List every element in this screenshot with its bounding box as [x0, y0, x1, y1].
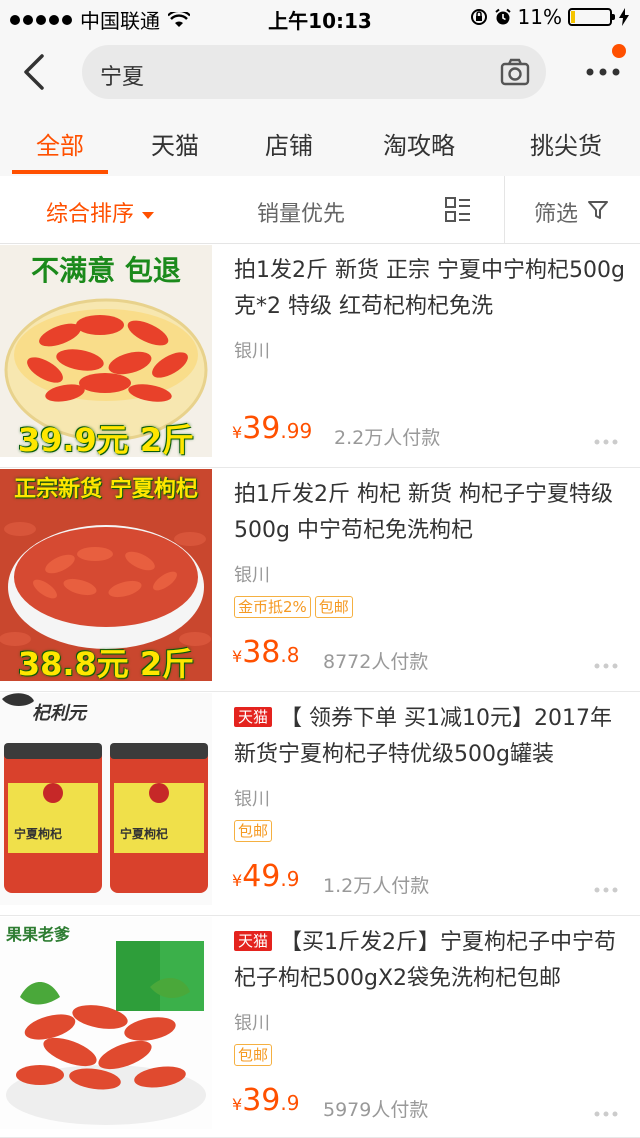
sales-count: 8772人付款 — [323, 651, 429, 673]
product-image[interactable]: 果果老爹 — [0, 917, 212, 1129]
camera-icon[interactable] — [500, 57, 530, 87]
product-location: 银川 — [234, 1013, 270, 1034]
image-caption-bottom: 39.9元 2斤 — [17, 421, 195, 457]
free-shipping-badge: 包邮 — [314, 596, 353, 618]
tab-all[interactable]: 全部 — [12, 126, 108, 161]
product-card[interactable]: 杞利元 宁夏枸杞 宁夏枸杞 天猫【 领券下单 买1减10元】2017年新货宁夏枸… — [0, 693, 640, 916]
more-icon[interactable] — [585, 64, 621, 80]
sales-count: 5979人付款 — [323, 1099, 429, 1121]
tab-picks[interactable]: 挑尖货 — [510, 126, 622, 161]
search-query[interactable]: 宁夏 — [100, 59, 144, 91]
charging-icon — [619, 8, 629, 26]
status-bar: 中国联通 上午10:13 11% — [0, 0, 640, 34]
product-title-text: 【买1斤发2斤】宁夏枸杞子中宁苟杞子枸杞500gX2袋免洗枸杞包邮 — [234, 930, 617, 991]
jar-label: 宁夏枸杞 — [120, 827, 169, 841]
promo-badges: 包邮 — [234, 820, 273, 842]
free-shipping-badge: 包邮 — [234, 820, 273, 842]
price-decimal: .9 — [280, 867, 300, 891]
currency-symbol: ¥ — [232, 871, 243, 890]
coin-discount-badge: 金币抵2% — [234, 596, 311, 618]
brand-logo: 果果老爹 — [6, 925, 71, 944]
alarm-icon — [494, 8, 511, 25]
product-location: 银川 — [234, 565, 270, 586]
price-integer: 39 — [242, 411, 281, 446]
image-caption-top: 不满意 包退 — [31, 254, 181, 287]
search-header: 宁夏 — [0, 34, 640, 110]
product-price: ¥38.8 — [232, 635, 299, 670]
currency-symbol: ¥ — [232, 647, 243, 666]
category-tabs: 全部 天猫 店铺 淘攻略 挑尖货 — [0, 110, 640, 176]
product-title[interactable]: 拍1发2斤 新货 正宗 宁夏中宁枸杞500g克*2 特级 红苟杞枸杞免洗 — [234, 253, 626, 325]
jar-label: 宁夏枸杞 — [14, 827, 63, 841]
sort-sales[interactable]: 销量优先 — [257, 196, 345, 228]
product-card[interactable]: 果果老爹 天猫 【买1斤发2斤】宁夏枸杞子中宁苟杞子枸杞500gX2袋免洗枸杞包邮… — [0, 917, 640, 1138]
notification-dot — [612, 44, 626, 58]
promo-badges: 金币抵2% 包邮 — [234, 596, 353, 618]
currency-symbol: ¥ — [232, 1095, 243, 1114]
search-input[interactable]: 宁夏 — [82, 45, 546, 99]
product-image[interactable]: 正宗新货 宁夏枸杞 38.8元 2斤 — [0, 469, 212, 681]
filter-button[interactable]: 筛选 — [534, 196, 578, 228]
tab-tmall[interactable]: 天猫 — [130, 126, 220, 161]
caret-down-icon — [142, 211, 155, 219]
price-integer: 49 — [242, 859, 281, 894]
product-location: 银川 — [234, 341, 270, 362]
product-image[interactable]: 不满意 包退 39.9元 2斤 — [0, 245, 212, 457]
layout-toggle-icon[interactable] — [444, 196, 472, 224]
more-options-icon[interactable] — [594, 438, 618, 446]
battery-icon — [568, 8, 615, 26]
image-caption-top: 正宗新货 宁夏枸杞 — [14, 477, 198, 502]
promo-badges: 包邮 — [234, 1044, 273, 1066]
battery-percent: 11% — [517, 5, 562, 29]
price-decimal: .99 — [280, 419, 313, 443]
price-decimal: .8 — [280, 643, 300, 667]
sort-comprehensive[interactable]: 综合排序 — [46, 196, 155, 228]
price-decimal: .9 — [280, 1091, 300, 1115]
more-options-icon[interactable] — [594, 1110, 618, 1118]
product-title-text: 【 领券下单 买1减10元】2017年新货宁夏枸杞子特优级500g罐装 — [234, 706, 612, 767]
filter-icon[interactable] — [587, 199, 609, 221]
tmall-badge: 天猫 — [234, 707, 273, 727]
product-title[interactable]: 拍1斤发2斤 枸杞 新货 枸杞子宁夏特级 500g 中宁苟杞免洗枸杞 — [234, 477, 626, 549]
price-integer: 39 — [242, 1083, 281, 1118]
product-card[interactable]: 不满意 包退 39.9元 2斤 拍1发2斤 新货 正宗 宁夏中宁枸杞500g克*… — [0, 245, 640, 468]
currency-symbol: ¥ — [232, 423, 243, 442]
product-card[interactable]: 正宗新货 宁夏枸杞 38.8元 2斤 拍1斤发2斤 枸杞 新货 枸杞子宁夏特级 … — [0, 469, 640, 692]
product-image[interactable]: 杞利元 宁夏枸杞 宁夏枸杞 — [0, 693, 212, 905]
free-shipping-badge: 包邮 — [234, 1044, 273, 1066]
tab-shops[interactable]: 店铺 — [244, 126, 334, 161]
back-icon[interactable] — [20, 52, 50, 92]
tmall-badge: 天猫 — [234, 931, 273, 951]
more-options-icon[interactable] — [594, 886, 618, 894]
sort-bar: 综合排序 销量优先 筛选 — [0, 176, 640, 244]
product-title[interactable]: 天猫 【买1斤发2斤】宁夏枸杞子中宁苟杞子枸杞500gX2袋免洗枸杞包邮 — [234, 925, 626, 997]
product-title[interactable]: 天猫【 领券下单 买1减10元】2017年新货宁夏枸杞子特优级500g罐装 — [234, 701, 626, 773]
sales-count: 1.2万人付款 — [323, 875, 430, 897]
brand-logo: 杞利元 — [32, 703, 86, 724]
divider — [504, 176, 505, 244]
more-options-icon[interactable] — [594, 662, 618, 670]
active-tab-indicator — [12, 170, 108, 174]
sort-comprehensive-label: 综合排序 — [46, 202, 135, 227]
product-price: ¥39.99 — [232, 411, 312, 446]
image-caption-bottom: 38.8元 2斤 — [17, 645, 195, 681]
product-price: ¥39.9 — [232, 1083, 299, 1118]
lock-rotation-icon — [470, 9, 487, 25]
price-integer: 38 — [242, 635, 281, 670]
product-location: 银川 — [234, 789, 270, 810]
product-price: ¥49.9 — [232, 859, 299, 894]
sales-count: 2.2万人付款 — [334, 427, 441, 449]
tab-guides[interactable]: 淘攻略 — [366, 126, 472, 161]
